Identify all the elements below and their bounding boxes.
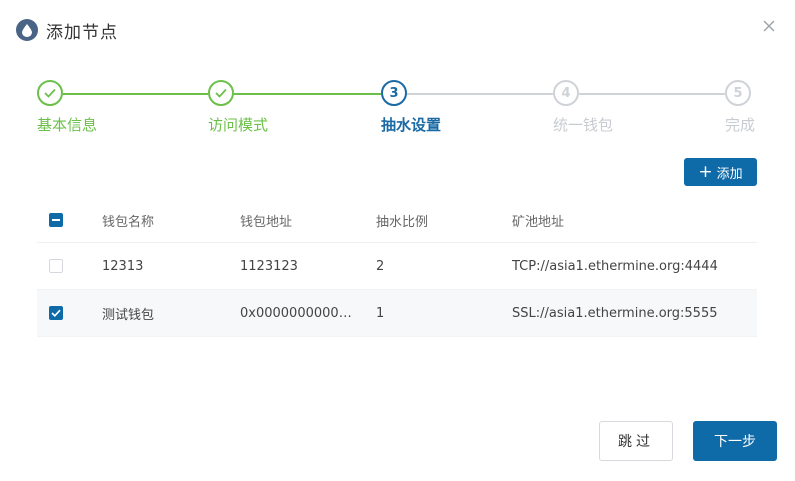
add-node-dialog: 添加节点 基本信息 访问模式 3 抽水设置 4 统一钱包 5 完成 + 添加 钱… <box>0 0 795 481</box>
step-label: 完成 <box>725 116 756 134</box>
step-label: 访问模式 <box>208 116 269 134</box>
skip-button[interactable]: 跳过 <box>599 421 673 461</box>
select-all-checkbox[interactable] <box>49 213 63 227</box>
wallet-address-cell: 1123123 <box>240 243 358 289</box>
pool-address: TCP://asia1.ethermine.org:4444 <box>512 258 718 274</box>
table-row[interactable]: 测试钱包 0x00000000000000000000 1 SSL://asia… <box>37 290 757 337</box>
column-header: 矿池地址 <box>512 214 565 230</box>
close-icon[interactable] <box>761 18 777 34</box>
column-header: 抽水比例 <box>376 214 429 230</box>
wallet-name: 12313 <box>102 258 144 274</box>
plus-icon: + <box>698 161 713 182</box>
row-checkbox[interactable] <box>49 259 63 273</box>
wallet-address-cell: 0x00000000000000000000 <box>240 290 358 336</box>
header-checkbox-cell <box>49 198 69 242</box>
step-connector <box>234 93 381 95</box>
table-row[interactable]: 12313 1123123 2 TCP://asia1.ethermine.or… <box>37 243 757 290</box>
drop-icon <box>16 19 38 41</box>
dialog-title: 添加节点 <box>46 22 118 43</box>
column-header: 钱包名称 <box>102 214 155 230</box>
next-button[interactable]: 下一步 <box>693 421 777 461</box>
row-checkbox-cell <box>49 243 69 289</box>
fee-ratio: 1 <box>376 305 385 321</box>
row-checkbox[interactable] <box>49 306 63 320</box>
fee-ratio: 2 <box>376 258 385 274</box>
table-header: 钱包名称 钱包地址 抽水比例 矿池地址 <box>37 198 757 243</box>
wallet-address: 1123123 <box>240 258 298 274</box>
step-label: 基本信息 <box>37 116 98 134</box>
column-header: 钱包地址 <box>240 214 293 230</box>
step-label: 抽水设置 <box>381 116 442 134</box>
wallet-table: 钱包名称 钱包地址 抽水比例 矿池地址 12313 1123123 2 TCP:… <box>37 198 757 337</box>
row-checkbox-cell <box>49 290 69 336</box>
wallet-name: 测试钱包 <box>102 307 155 323</box>
step-number: 4 <box>553 80 579 106</box>
add-button[interactable]: + 添加 <box>684 158 757 186</box>
step-connector <box>407 93 553 95</box>
step-number: 3 <box>381 80 407 106</box>
pool-address: SSL://asia1.ethermine.org:5555 <box>512 305 718 321</box>
dialog-header: 添加节点 <box>16 18 118 43</box>
check-icon <box>37 80 63 106</box>
check-icon <box>51 309 61 317</box>
wallet-address: 0x00000000000000000000 <box>240 305 358 321</box>
stepper: 基本信息 访问模式 3 抽水设置 4 统一钱包 5 完成 <box>0 80 795 140</box>
add-button-label: 添加 <box>716 166 743 182</box>
step-number: 5 <box>725 80 751 106</box>
step-connector <box>63 93 208 95</box>
step-label: 统一钱包 <box>553 116 614 134</box>
step-connector <box>579 93 725 95</box>
check-icon <box>208 80 234 106</box>
